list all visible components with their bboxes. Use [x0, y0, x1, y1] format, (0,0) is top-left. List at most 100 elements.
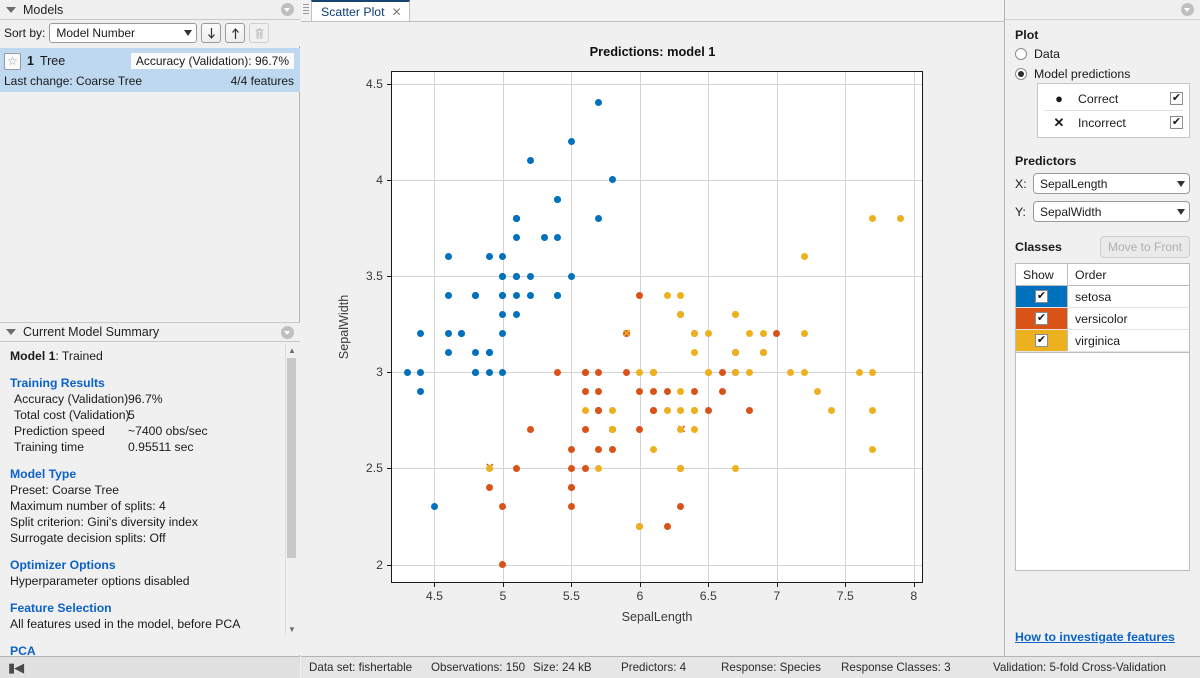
- class-show-checkbox[interactable]: ✔: [1035, 334, 1048, 347]
- y-tick-label: 3: [376, 365, 383, 380]
- model-features-count: 4/4 features: [230, 74, 294, 88]
- data-point-correct-versicolor: [499, 503, 507, 511]
- radio-model-predictions[interactable]: Model predictions: [1015, 67, 1190, 81]
- class-color-swatch: ✔: [1016, 330, 1068, 351]
- data-point-correct-versicolor: [650, 387, 658, 395]
- status-item: Response Classes: 3: [841, 661, 951, 674]
- data-point-correct-setosa: [444, 330, 452, 338]
- collapse-triangle-icon[interactable]: [6, 6, 16, 13]
- data-point-correct-virginica: [869, 368, 877, 376]
- data-point-correct-setosa: [554, 195, 562, 203]
- data-point-correct-setosa: [608, 176, 616, 184]
- radio-data-label: Data: [1034, 47, 1060, 61]
- tab-strip: Scatter Plot ✕: [301, 0, 1004, 22]
- scroll-down-arrow-icon[interactable]: ▼: [286, 623, 298, 635]
- summary-content: Model 1: Trained Training Results Accura…: [0, 342, 300, 655]
- gridline-vertical: [708, 72, 709, 582]
- left-sidebar: Models Sort by: Model Number ☆ 1 Tree Ac…: [0, 0, 300, 678]
- data-point-correct-virginica: [759, 349, 767, 357]
- collapse-triangle-icon[interactable]: [6, 329, 16, 335]
- incorrect-checkbox[interactable]: ✔: [1170, 116, 1183, 129]
- summary-row-key: Training time: [14, 440, 84, 454]
- summary-scrollbar[interactable]: ▲ ▼: [285, 344, 297, 635]
- data-point-correct-setosa: [472, 368, 480, 376]
- x-predictor-label: X:: [1015, 176, 1027, 191]
- row-incorrect[interactable]: ✕ Incorrect ✔: [1038, 111, 1189, 134]
- scroll-up-arrow-icon[interactable]: ▲: [286, 344, 298, 356]
- class-show-checkbox[interactable]: ✔: [1035, 312, 1048, 325]
- data-point-correct-setosa: [513, 234, 521, 241]
- data-point-correct-setosa: [444, 253, 452, 261]
- y-axis-title: SepalWidth: [337, 294, 351, 360]
- x-tick: [777, 582, 778, 587]
- gridline-horizontal: [392, 565, 922, 566]
- data-point-correct-versicolor: [636, 387, 644, 395]
- data-point-correct-setosa: [444, 349, 452, 357]
- summary-panel-header: Current Model Summary: [0, 322, 300, 342]
- data-point-correct-virginica: [732, 464, 740, 472]
- data-point-correct-virginica: [745, 330, 753, 338]
- x-axis-title: SepalLength: [621, 610, 693, 624]
- model-list-item[interactable]: ☆ 1 Tree Accuracy (Validation): 96.7% La…: [0, 48, 300, 92]
- data-point-correct-setosa: [540, 234, 548, 241]
- data-point-correct-versicolor: [773, 330, 781, 338]
- data-point-correct-virginica: [828, 407, 836, 415]
- tab-scatter-plot[interactable]: Scatter Plot ✕: [311, 0, 410, 21]
- models-panel-options-icon[interactable]: [281, 3, 294, 16]
- sort-ascending-button[interactable]: [225, 23, 246, 43]
- class-row-virginica[interactable]: ✔ virginica: [1016, 330, 1189, 352]
- data-point-correct-virginica: [732, 349, 740, 357]
- right-panel-header: [1005, 0, 1200, 20]
- data-point-correct-setosa: [513, 310, 521, 318]
- summary-panel-options-icon[interactable]: [281, 325, 294, 339]
- data-point-correct-virginica: [636, 522, 644, 530]
- drag-handle-icon[interactable]: [301, 0, 311, 21]
- data-point-correct-versicolor: [595, 387, 603, 395]
- delete-model-button[interactable]: [249, 23, 270, 43]
- y-predictor-label: Y:: [1015, 204, 1026, 219]
- model-number: 1: [27, 54, 34, 68]
- class-show-checkbox[interactable]: ✔: [1035, 290, 1048, 303]
- x-tick-label: 5: [499, 589, 507, 603]
- y-tick-label: 4.5: [365, 76, 383, 91]
- how-to-investigate-features-link[interactable]: How to investigate features: [1015, 630, 1175, 644]
- row-correct[interactable]: ● Correct ✔: [1038, 87, 1189, 110]
- correct-checkbox[interactable]: ✔: [1170, 92, 1183, 105]
- go-to-start-icon[interactable]: ▮◀: [8, 660, 24, 676]
- model-accuracy-badge: Accuracy (Validation): 96.7%: [130, 53, 294, 69]
- correct-marker-icon: ●: [1055, 91, 1063, 106]
- incorrect-marker-icon: ✕: [1053, 114, 1065, 130]
- right-panel-close-icon[interactable]: [1181, 3, 1194, 16]
- x-tick-label: 5.5: [562, 589, 580, 603]
- data-point-correct-versicolor: [581, 464, 589, 472]
- data-point-correct-versicolor: [595, 445, 603, 453]
- data-point-correct-versicolor: [636, 291, 644, 299]
- x-tick: [845, 582, 846, 587]
- star-icon[interactable]: ☆: [4, 52, 21, 70]
- class-row-versicolor[interactable]: ✔ versicolor: [1016, 308, 1189, 330]
- sort-by-dropdown[interactable]: Model Number: [49, 23, 198, 43]
- scrollbar-thumb[interactable]: [287, 358, 296, 558]
- plot-axes[interactable]: 22.533.544.54.555.566.577.58✕✕✕: [366, 71, 923, 603]
- y-predictor-value: SepalWidth: [1040, 204, 1102, 219]
- radio-data[interactable]: Data: [1015, 47, 1190, 61]
- models-panel: Models Sort by: Model Number ☆ 1 Tree Ac…: [0, 0, 300, 320]
- pca-heading: PCA: [10, 644, 36, 655]
- data-point-correct-setosa: [499, 310, 507, 318]
- class-row-setosa[interactable]: ✔ setosa: [1016, 286, 1189, 308]
- x-predictor-row: X: SepalLength: [1015, 173, 1190, 194]
- close-icon[interactable]: ✕: [392, 5, 402, 19]
- y-tick-label: 2: [376, 557, 383, 572]
- y-predictor-dropdown[interactable]: SepalWidth: [1033, 201, 1190, 222]
- y-tick-label: 2.5: [365, 461, 383, 476]
- column-header-order: Order: [1075, 267, 1107, 282]
- prediction-marker-box: ● Correct ✔ ✕ Incorrect ✔: [1037, 83, 1190, 138]
- data-point-correct-virginica: [869, 445, 877, 453]
- data-point-correct-virginica: [732, 310, 740, 318]
- data-point-correct-setosa: [499, 330, 507, 338]
- data-point-correct-setosa: [499, 272, 507, 280]
- move-to-front-button[interactable]: Move to Front: [1099, 236, 1190, 258]
- summary-text-line: All features used in the model, before P…: [10, 617, 241, 631]
- x-predictor-dropdown[interactable]: SepalLength: [1033, 173, 1190, 194]
- sort-descending-button[interactable]: [201, 23, 222, 43]
